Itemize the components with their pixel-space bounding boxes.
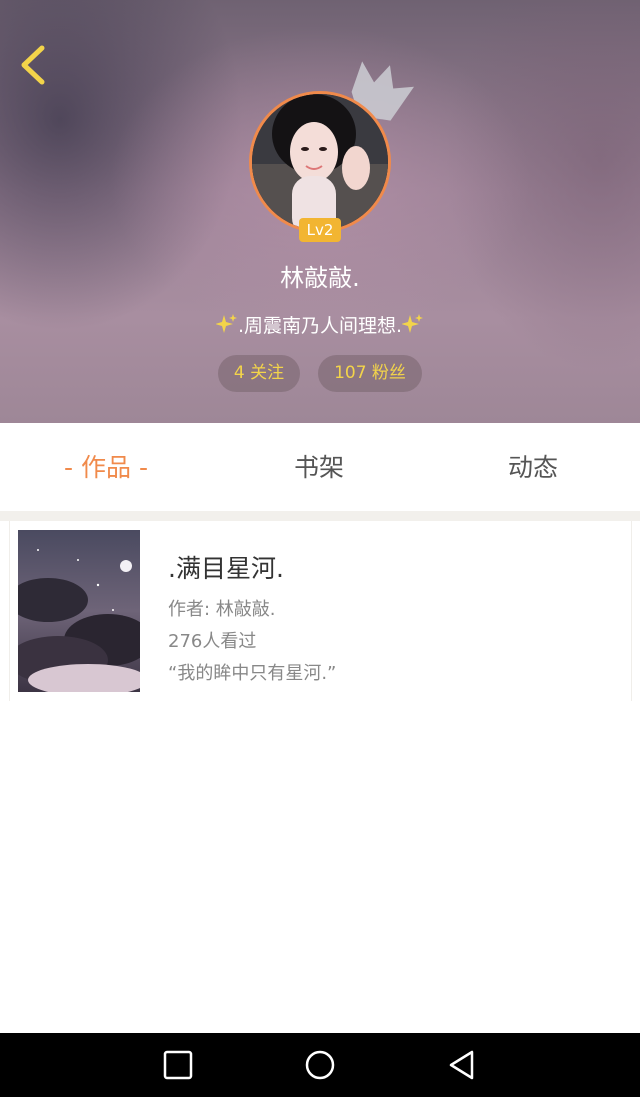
work-card[interactable]: .满目星河. 作者: 林敲敲. 276人看过 “我的眸中只有星河.”	[9, 521, 632, 701]
book-cover	[18, 530, 140, 692]
recent-apps-button[interactable]	[162, 1049, 194, 1081]
level-badge: Lv2	[299, 218, 341, 242]
work-views: 276人看过	[168, 631, 257, 652]
username: 林敲敲.	[280, 264, 360, 292]
square-icon	[163, 1050, 193, 1080]
profile-header: Lv2 林敲敲. .周震南乃人间理想. 4 关注 107 粉丝	[0, 0, 640, 423]
sparkle-icon	[402, 314, 424, 333]
following-count-button[interactable]: 4 关注	[218, 355, 300, 392]
avatar-photo	[249, 91, 391, 233]
tab-works[interactable]: - 作品 -	[30, 423, 182, 511]
tab-bookshelf[interactable]: 书架	[243, 423, 395, 511]
section-divider	[0, 511, 640, 521]
signature-text: .周震南乃人间理想.	[237, 315, 403, 337]
sparkle-icon	[215, 314, 237, 333]
back-nav-button[interactable]	[446, 1049, 478, 1081]
system-nav-bar	[0, 1033, 640, 1097]
profile-tabs: - 作品 - 书架 动态	[0, 423, 640, 511]
circle-icon	[305, 1050, 335, 1080]
avatar[interactable]	[249, 91, 391, 233]
signature: .周震南乃人间理想.	[0, 311, 640, 338]
back-button[interactable]	[14, 40, 58, 90]
fans-count-button[interactable]: 107 粉丝	[318, 355, 422, 392]
triangle-back-icon	[449, 1050, 474, 1080]
chevron-left-icon	[21, 45, 45, 85]
home-button[interactable]	[304, 1049, 336, 1081]
tab-activity[interactable]: 动态	[457, 423, 609, 511]
work-title: .满目星河.	[168, 554, 284, 583]
work-quote: “我的眸中只有星河.”	[168, 663, 337, 684]
work-author: 作者: 林敲敲.	[168, 599, 276, 620]
